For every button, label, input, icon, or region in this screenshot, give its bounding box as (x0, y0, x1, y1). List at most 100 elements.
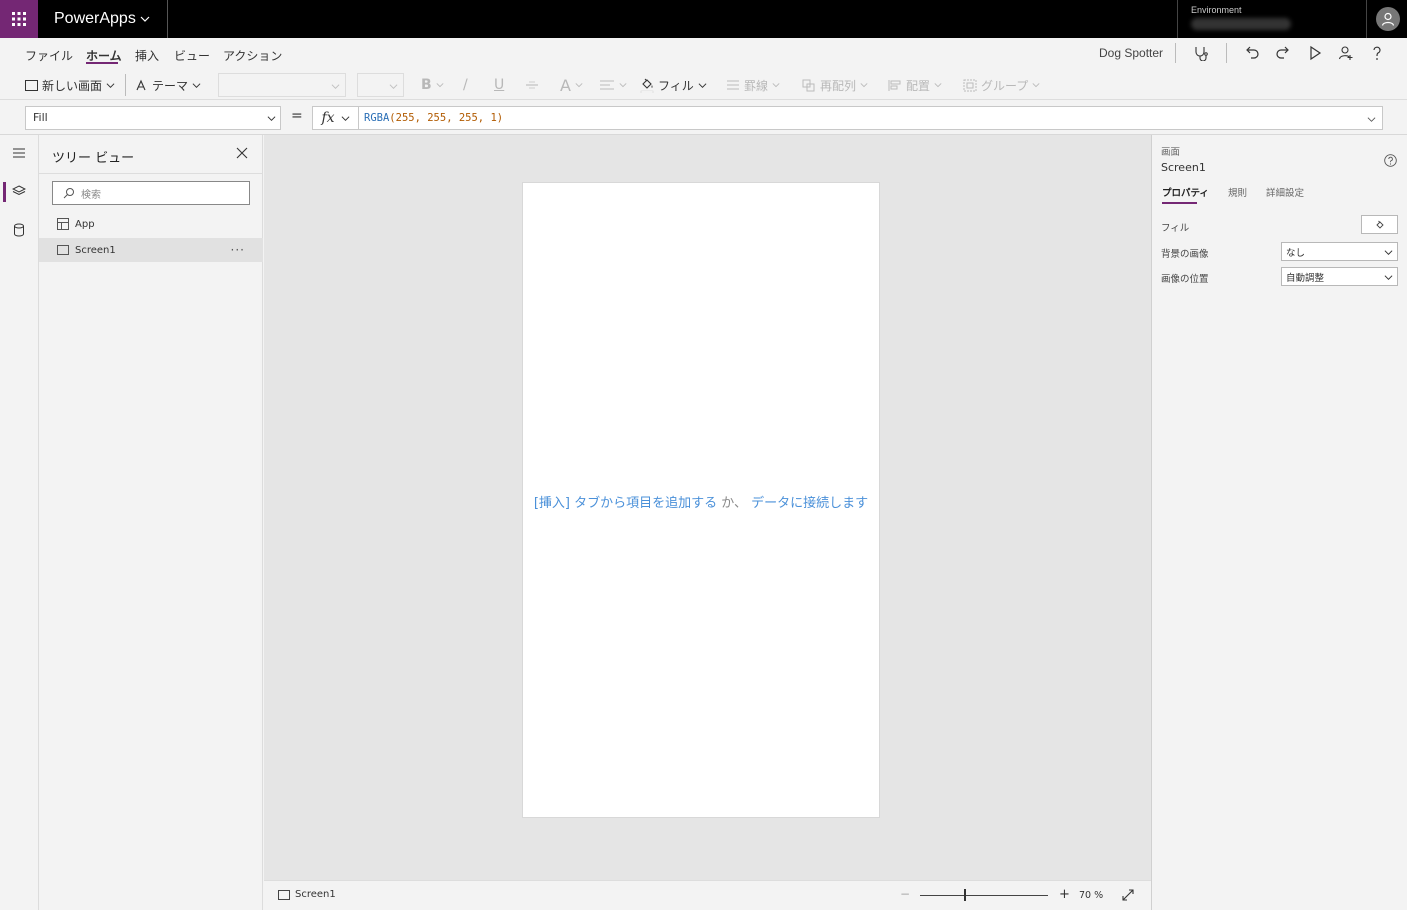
chevron-down-icon[interactable] (1367, 115, 1376, 124)
screen-icon (278, 889, 290, 900)
database-icon[interactable] (9, 220, 29, 240)
chevron-down-icon (436, 83, 444, 88)
environment-picker[interactable]: Environment (1177, 0, 1367, 38)
border-label: 罫線 (744, 78, 769, 93)
connect-data-link[interactable]: データに接続します (751, 496, 868, 511)
fill-color-picker[interactable] (1361, 215, 1398, 234)
equals-sign: = (291, 108, 303, 124)
share-user-icon[interactable] (1337, 44, 1355, 62)
user-icon (1381, 12, 1395, 26)
app-launcher-button[interactable] (0, 0, 38, 38)
chevron-down-icon (1032, 83, 1040, 88)
play-icon[interactable] (1306, 44, 1324, 62)
close-icon[interactable] (236, 147, 248, 159)
tree-item-screen1[interactable]: Screen1 ··· (39, 238, 263, 262)
group-label: グループ (981, 78, 1029, 93)
status-screen-selector[interactable]: Screen1 (278, 889, 336, 900)
screen-icon (57, 245, 69, 255)
border-icon (727, 80, 739, 90)
bold-label: B (421, 77, 432, 93)
group-button[interactable]: グループ (963, 76, 1040, 94)
tab-properties[interactable]: プロパティ (1162, 185, 1209, 199)
chevron-down-icon (772, 83, 780, 88)
chevron-down-icon (934, 83, 942, 88)
property-select[interactable]: Fill (25, 106, 281, 130)
align-objects-icon (888, 79, 901, 91)
app-icon (57, 218, 69, 230)
chevron-down-icon (106, 82, 115, 88)
italic-button[interactable]: / (463, 76, 468, 94)
paint-bucket-icon (640, 78, 654, 93)
chevron-down-icon (1384, 250, 1393, 256)
zoom-out-button[interactable]: − (900, 887, 910, 901)
fit-to-window-icon[interactable] (1121, 888, 1135, 902)
screen-icon (25, 79, 38, 91)
screen-canvas[interactable]: [挿入] タブから項目を追加する か、 データに接続します (522, 182, 880, 818)
formula-input[interactable]: RGBA(255, 255, 255, 1) (359, 106, 1383, 130)
tab-advanced[interactable]: 詳細設定 (1266, 185, 1304, 199)
align-button[interactable]: 配置 (888, 76, 942, 94)
search-placeholder: 検索 (81, 189, 101, 201)
layers-icon[interactable] (9, 181, 29, 201)
bold-button[interactable]: B (421, 76, 444, 94)
reorder-button[interactable]: 再配列 (802, 76, 868, 94)
app-title: Dog Spotter (1099, 46, 1164, 60)
redo-icon[interactable] (1274, 44, 1292, 62)
theme-icon (136, 79, 146, 90)
insert-tab-link[interactable]: [挿入] タブから項目を追加する (534, 496, 717, 511)
zoom-slider[interactable] (920, 895, 1048, 896)
search-icon (63, 188, 74, 199)
fill-property-label: フィル (1161, 223, 1190, 234)
formula-bar: Fill = fx RGBA(255, 255, 255, 1) (0, 100, 1407, 135)
tab-file[interactable]: ファイル (25, 47, 73, 64)
font-color-button[interactable]: A (560, 75, 583, 95)
undo-icon[interactable] (1243, 44, 1261, 62)
help-icon[interactable] (1368, 44, 1386, 62)
theme-button[interactable]: テーマ (135, 76, 201, 94)
properties-panel: 画面 Screen1 プロパティ 規則 詳細設定 フィル 背景の画像 なし 画像… (1151, 135, 1407, 910)
font-family-select[interactable] (218, 73, 346, 97)
font-color-label: A (560, 75, 571, 95)
environment-value-redacted (1191, 18, 1291, 30)
font-size-select[interactable] (357, 73, 404, 97)
hint-separator: か、 (721, 496, 747, 511)
tab-rules[interactable]: 規則 (1228, 185, 1247, 199)
app-checker-icon[interactable] (1192, 44, 1210, 62)
tab-action[interactable]: アクション (223, 47, 282, 64)
chevron-down-icon (267, 116, 276, 122)
divider (39, 173, 263, 174)
italic-label: / (463, 77, 468, 93)
new-screen-label: 新しい画面 (42, 78, 103, 93)
chevron-down-icon (331, 84, 340, 90)
avatar[interactable] (1376, 7, 1400, 31)
function-button[interactable]: fx (312, 106, 359, 130)
tab-view[interactable]: ビュー (174, 47, 210, 64)
more-options-icon[interactable]: ··· (231, 243, 245, 257)
selected-name: Screen1 (1161, 161, 1206, 174)
strikethrough-icon (526, 81, 538, 89)
app-name[interactable]: PowerApps (54, 0, 136, 38)
fill-button[interactable]: フィル (640, 76, 707, 94)
text-align-button[interactable] (599, 76, 627, 94)
chevron-down-icon[interactable] (140, 14, 150, 24)
border-button[interactable]: 罫線 (726, 76, 780, 94)
tree-view-panel: ツリー ビュー 検索 App Screen1 ··· (39, 135, 263, 910)
new-screen-button[interactable]: 新しい画面 (25, 76, 115, 94)
tree-view-title: ツリー ビュー (52, 151, 135, 166)
background-image-select[interactable]: なし (1281, 242, 1398, 261)
property-value: Fill (33, 111, 48, 124)
strikethrough-button[interactable] (525, 76, 539, 94)
tree-item-app[interactable]: App (39, 212, 263, 236)
background-image-value: なし (1286, 248, 1306, 259)
image-position-select[interactable]: 自動調整 (1281, 267, 1398, 286)
zoom-in-button[interactable]: + (1059, 887, 1070, 902)
top-app-bar: PowerApps Environment (0, 0, 1407, 38)
background-image-label: 背景の画像 (1161, 249, 1209, 260)
tree-search-input[interactable]: 検索 (52, 181, 250, 205)
tab-insert[interactable]: 挿入 (135, 47, 159, 64)
underline-button[interactable]: U (494, 76, 504, 94)
active-tab-indicator (1162, 202, 1197, 204)
help-icon[interactable] (1384, 154, 1397, 167)
zoom-slider-thumb[interactable] (964, 889, 966, 901)
hamburger-menu-icon[interactable] (9, 143, 29, 163)
